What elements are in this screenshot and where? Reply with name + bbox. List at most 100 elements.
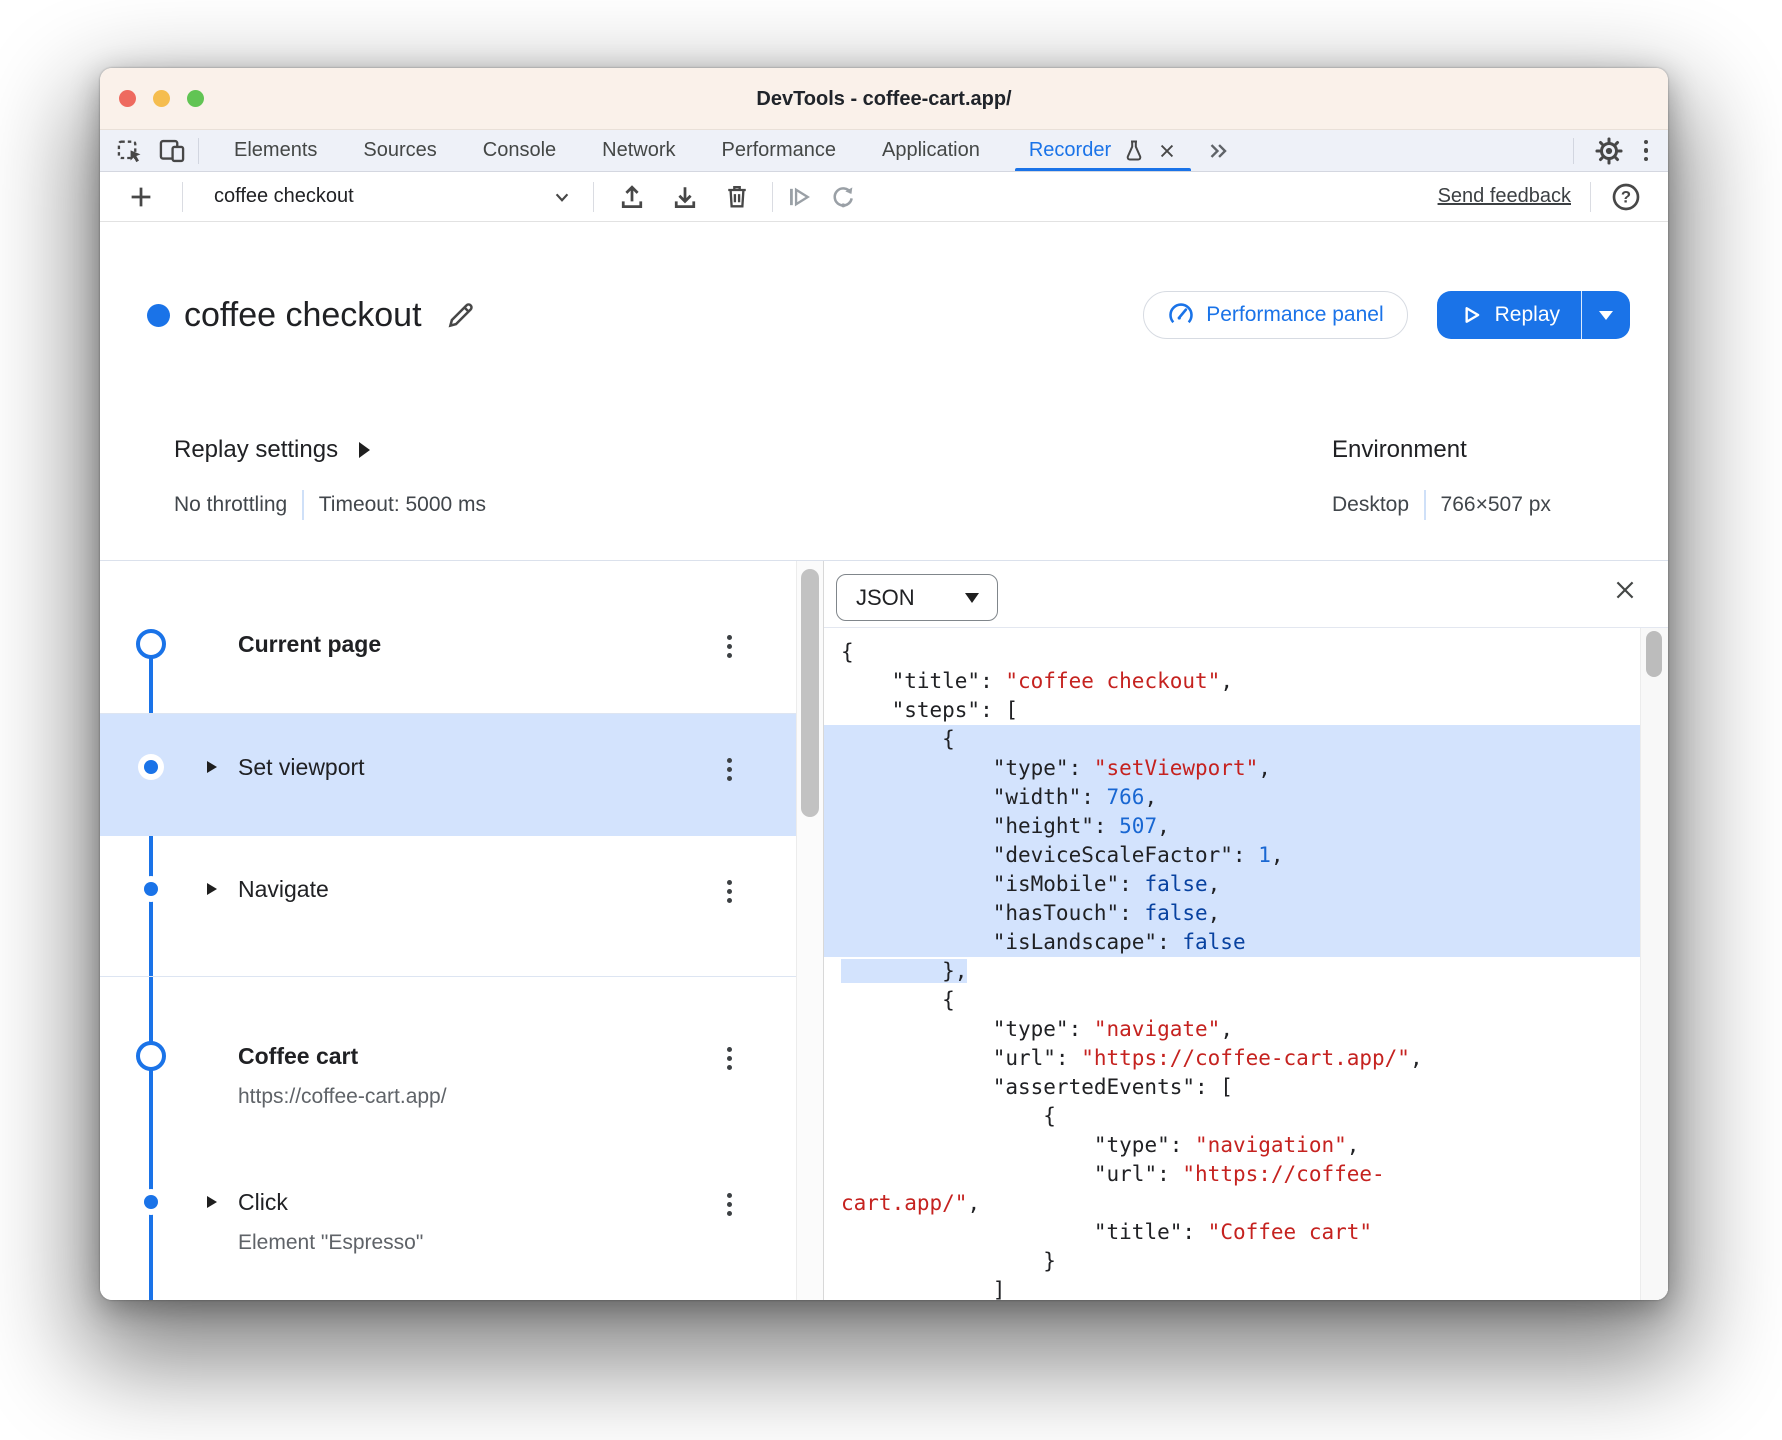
code-line: "height": 507, [824, 812, 1640, 841]
code-line: "title": "Coffee cart" [824, 1218, 1640, 1247]
timeout-value: Timeout: 5000 ms [319, 493, 486, 517]
delete-recording-icon[interactable] [723, 183, 751, 211]
format-select-value: JSON [837, 585, 915, 611]
steps-scrollbar[interactable] [796, 561, 823, 1300]
desktop-background: DevTools - coffee-cart.app/ ElementsSour… [0, 0, 1782, 1440]
disclosure-triangle-icon[interactable] [207, 883, 217, 895]
tab-performance[interactable]: Performance [699, 130, 860, 171]
edit-title-icon[interactable] [446, 300, 476, 330]
tab-sources[interactable]: Sources [340, 130, 459, 171]
step-sublabel: Element "Espresso" [238, 1227, 796, 1259]
steps-list: Current page Set viewport Navigate Coffee c… [100, 561, 796, 1300]
page-circle-icon [136, 1041, 166, 1071]
step-menu-icon[interactable] [725, 756, 734, 783]
customize-devtools-icon[interactable] [1644, 140, 1649, 162]
step-menu-icon[interactable] [725, 1191, 734, 1218]
code-line: "url": "https://coffee-cart.app/", [824, 1044, 1640, 1073]
tab-console[interactable]: Console [460, 130, 579, 171]
step-dot-icon [144, 760, 158, 774]
code-line: "url": "https://coffee- [824, 1160, 1640, 1189]
more-tabs-icon[interactable] [1205, 138, 1231, 164]
step-row-coffee-cart[interactable]: Coffee carthttps://coffee-cart.app/ [100, 976, 796, 1136]
close-tab-icon[interactable] [1157, 141, 1177, 161]
code-line: { [824, 986, 1640, 1015]
titlebar: DevTools - coffee-cart.app/ [100, 68, 1668, 130]
code-line: { [824, 725, 1640, 754]
separator [1590, 182, 1591, 212]
devtools-window: DevTools - coffee-cart.app/ ElementsSour… [100, 68, 1668, 1300]
json-panel-toolbar: JSON [824, 561, 1668, 628]
add-recording-icon[interactable] [126, 182, 156, 212]
json-panel: JSON { "title": "coffee checkout", "step… [823, 561, 1668, 1300]
tab-recorder[interactable]: Recorder [1015, 130, 1191, 171]
performance-panel-button[interactable]: Performance panel [1143, 291, 1407, 339]
json-code: { "title": "coffee checkout", "steps": [… [824, 628, 1640, 1300]
format-select[interactable]: JSON [836, 574, 998, 621]
step-label: Set viewport [238, 754, 365, 781]
code-line: "type": "navigate", [824, 1015, 1640, 1044]
tab-recorder-label: Recorder [1029, 139, 1111, 162]
step-menu-icon[interactable] [725, 633, 734, 660]
panel-tabs: ElementsSourcesConsoleNetworkPerformance… [211, 130, 1003, 171]
step-menu-icon[interactable] [725, 1045, 734, 1072]
disclosure-triangle-icon[interactable] [207, 1196, 217, 1208]
steps-panel: Current page Set viewport Navigate Coffee c… [100, 561, 823, 1300]
replay-options-button[interactable] [1581, 291, 1630, 339]
settings-gear-icon[interactable] [1594, 136, 1624, 166]
tab-application[interactable]: Application [859, 130, 1003, 171]
separator [1424, 490, 1426, 520]
recording-dot-icon [147, 304, 170, 327]
code-line: "hasTouch": false, [824, 899, 1640, 928]
step-sublabel: https://coffee-cart.app/ [238, 1081, 796, 1113]
environment-label: Environment [1332, 436, 1467, 464]
step-row-set-viewport[interactable]: Set viewport [100, 713, 796, 836]
disclosure-triangle-icon[interactable] [207, 761, 217, 773]
step-row-navigate[interactable]: Navigate [100, 836, 796, 976]
step-row-current-page[interactable]: Current page [100, 561, 796, 713]
code-line: "title": "coffee checkout", [824, 667, 1640, 696]
code-line: "isLandscape": false [824, 928, 1640, 957]
tab-elements[interactable]: Elements [211, 130, 340, 171]
send-feedback-link[interactable]: Send feedback [1438, 185, 1571, 208]
replay-button[interactable]: Replay [1437, 291, 1581, 339]
step-dot-icon [144, 882, 158, 896]
tab-network[interactable]: Network [579, 130, 698, 171]
step-label: Navigate [238, 876, 329, 903]
environment-device: Desktop [1332, 493, 1409, 517]
chevron-down-icon [549, 184, 575, 210]
play-icon [1458, 302, 1484, 328]
close-json-panel-icon[interactable] [1612, 577, 1638, 603]
code-line: cart.app/", [824, 1189, 1640, 1218]
help-icon[interactable]: ? [1610, 181, 1642, 213]
recorder-main: coffee checkout Performance panel R [100, 222, 1668, 1300]
code-line: } [824, 1247, 1640, 1276]
code-scrollbar-thumb[interactable] [1646, 631, 1662, 677]
inspect-element-icon[interactable] [116, 137, 144, 165]
expand-arrow-icon [359, 442, 370, 458]
device-toolbar-icon[interactable] [158, 137, 186, 165]
export-recording-icon[interactable] [617, 182, 647, 212]
code-line: "isMobile": false, [824, 870, 1640, 899]
code-line: "width": 766, [824, 783, 1640, 812]
step-label: Current page [238, 631, 381, 658]
code-line: "assertedEvents": [ [824, 1073, 1640, 1102]
separator [198, 138, 199, 164]
recording-select[interactable]: coffee checkout [183, 172, 593, 221]
speedometer-icon [1167, 301, 1195, 329]
step-row-click[interactable]: ClickElement "Espresso" [100, 1136, 796, 1300]
code-line: { [824, 638, 1640, 667]
replay-settings-label: Replay settings [174, 436, 338, 464]
import-recording-icon[interactable] [670, 182, 700, 212]
step-menu-icon[interactable] [725, 878, 734, 905]
code-scrollbar[interactable] [1640, 628, 1668, 1300]
code-line: "type": "navigation", [824, 1131, 1640, 1160]
code-line: "deviceScaleFactor": 1, [824, 841, 1640, 870]
code-line: }, [824, 957, 1640, 986]
rerecord-icon[interactable] [829, 183, 857, 211]
steps-scrollbar-thumb[interactable] [801, 569, 819, 817]
replay-settings-toggle[interactable]: Replay settings [174, 428, 370, 472]
caret-down-icon [965, 593, 979, 603]
experiment-flask-icon [1122, 139, 1146, 163]
step-over-icon[interactable] [785, 183, 813, 211]
svg-text:?: ? [1621, 187, 1631, 206]
